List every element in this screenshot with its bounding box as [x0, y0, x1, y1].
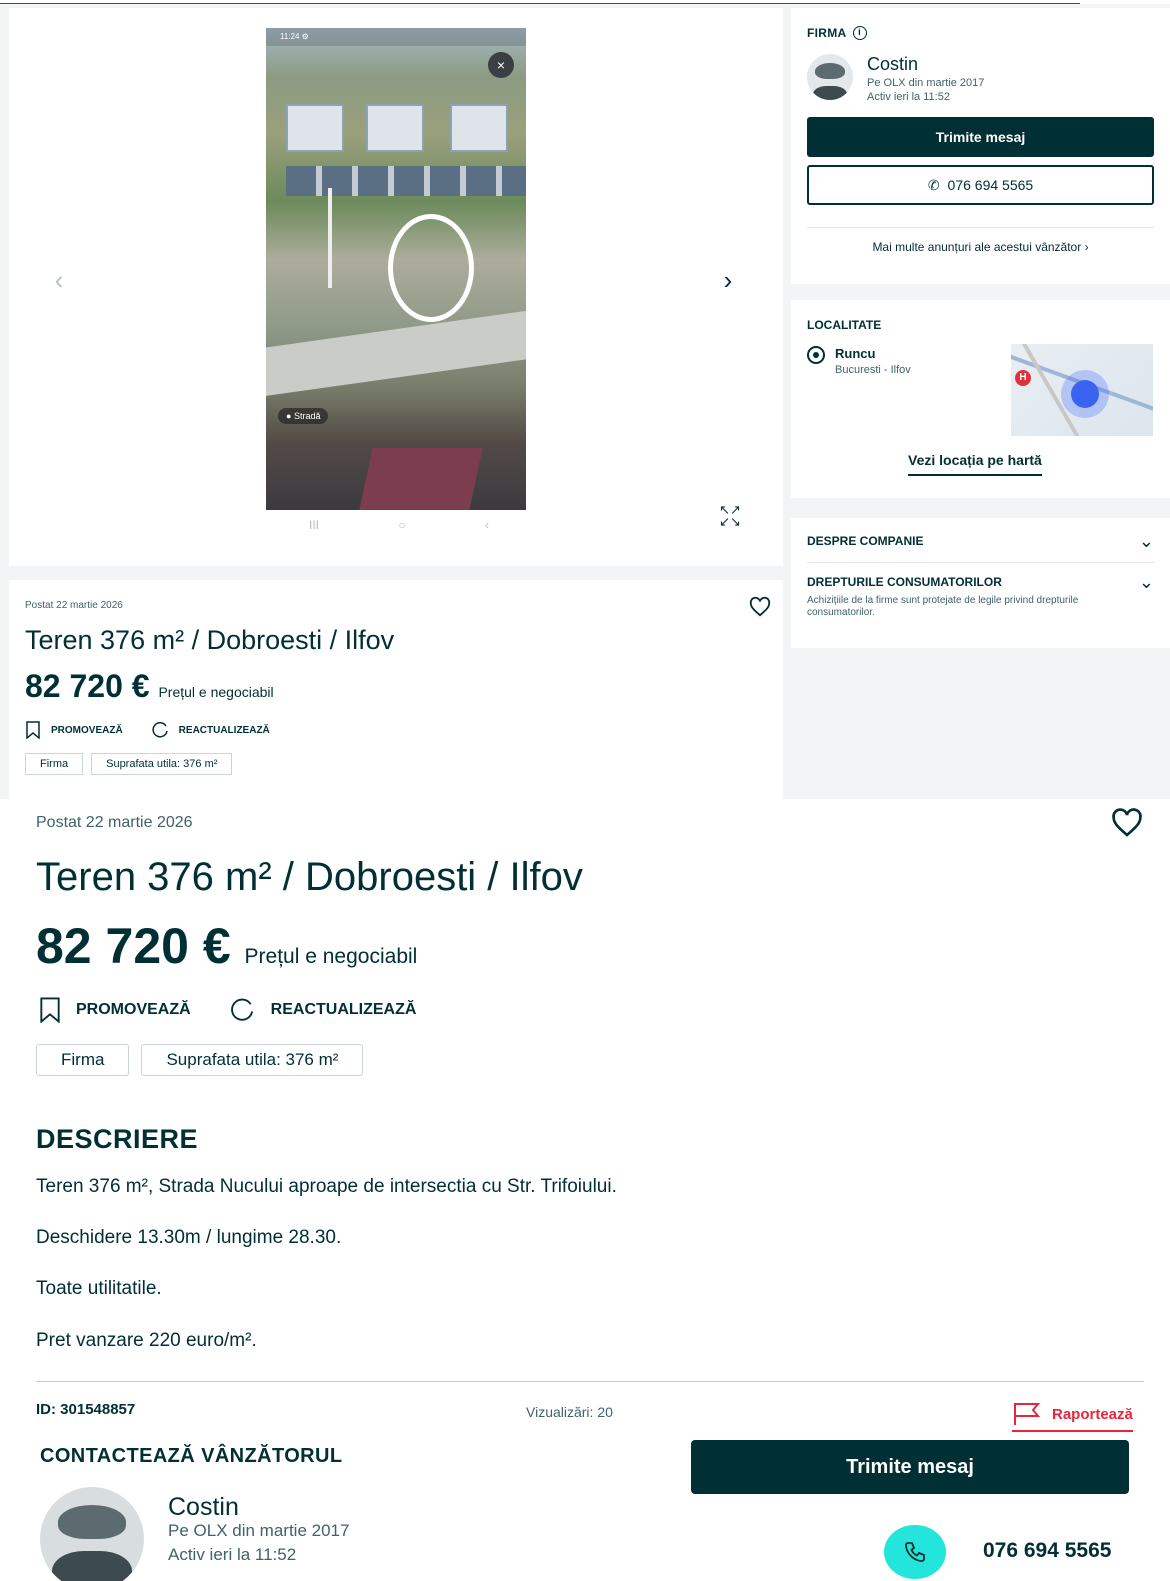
- refresh-button[interactable]: REACTUALIZEAZĂ: [151, 721, 270, 739]
- gallery-next-button[interactable]: ›: [712, 264, 744, 296]
- send-message-button[interactable]: Trimite mesaj: [691, 1440, 1129, 1494]
- ad-title: Teren 376 m² / Dobroesti / Ilfov: [36, 855, 583, 899]
- refresh-button[interactable]: REACTUALIZEAZĂ: [227, 997, 416, 1023]
- photo-houses: [286, 166, 526, 196]
- phone-number[interactable]: 076 694 5565: [983, 1539, 1111, 1563]
- consumer-rights-text: Achizițiile de la firme sunt protejate d…: [807, 595, 1079, 618]
- tag-surface: Suprafata utila: 376 m²: [91, 753, 233, 775]
- map-thumbnail[interactable]: H: [1011, 344, 1153, 436]
- refresh-icon: [230, 998, 253, 1021]
- photo-building: [450, 104, 508, 152]
- description-line: Teren 376 m², Strada Nucului aproape de …: [36, 1176, 617, 1197]
- phone-button[interactable]: ✆ 076 694 5565: [807, 165, 1154, 205]
- chevron-left-icon: ‹: [54, 264, 64, 295]
- fullscreen-expand-icon[interactable]: ↖↗ ↙↘: [715, 503, 745, 534]
- chevron-down-icon: ⌄: [1138, 572, 1154, 592]
- heart-icon[interactable]: [1110, 807, 1144, 839]
- description-line: Deschidere 13.30m / lungime 28.30.: [36, 1227, 342, 1248]
- bookmark-icon: [40, 997, 60, 1023]
- tag-surface: Suprafata utila: 376 m²: [141, 1044, 364, 1076]
- avatar[interactable]: [40, 1487, 144, 1581]
- street-view-chip[interactable]: ● Stradă: [278, 408, 329, 424]
- member-since: Pe OLX din martie 2017: [867, 77, 985, 89]
- last-active: Activ ieri la 11:52: [867, 91, 950, 103]
- location-label: LOCALITATE: [807, 318, 882, 332]
- description-heading: DESCRIERE: [36, 1124, 199, 1154]
- android-nav-bar: III ○ ‹: [309, 518, 489, 532]
- tag-seller-type: Firma: [36, 1044, 130, 1076]
- contact-heading: CONTACTEAZĂ VÂNZĂTORUL: [40, 1445, 343, 1467]
- phone-icon: [905, 1542, 925, 1562]
- negotiable-label: Prețul e negociabil: [158, 684, 274, 700]
- map-marker-icon: [1061, 370, 1109, 418]
- gallery-photo[interactable]: 11:24 ⚙ × ● Stradă: [266, 28, 526, 510]
- posted-date: Postat 22 martie 2026: [36, 814, 193, 831]
- photo-roof: [359, 448, 483, 510]
- last-active: Activ ieri la 11:52: [168, 1545, 297, 1564]
- photo-road: [266, 305, 526, 399]
- seller-name[interactable]: Costin: [867, 54, 984, 75]
- image-gallery: 11:24 ⚙ × ● Stradă III ○ ‹ ‹ › ↖↗ ↙↘: [9, 8, 783, 566]
- photo-building: [286, 104, 344, 152]
- description-line: Pret vanzare 220 euro/m².: [36, 1330, 257, 1351]
- promote-button[interactable]: PROMOVEAZĂ: [25, 721, 123, 739]
- ad-price: 82 720 € Prețul e negociabil: [25, 668, 274, 704]
- description-line: Toate utilitatile.: [36, 1278, 162, 1299]
- report-button[interactable]: Raportează: [1012, 1402, 1133, 1432]
- heart-icon[interactable]: [749, 596, 771, 618]
- chevron-right-icon: ›: [1084, 240, 1089, 254]
- posted-date: Postat 22 martie 2026: [25, 600, 123, 611]
- chevron-right-icon: ›: [723, 264, 733, 295]
- photo-building: [366, 104, 424, 152]
- negotiable-label: Prețul e negociabil: [244, 945, 418, 968]
- photo-highlight-circle: [388, 214, 474, 322]
- location-city: Runcu: [835, 346, 876, 361]
- consumer-rights-toggle[interactable]: DREPTURILE CONSUMATORILOR Achizițiile de…: [807, 572, 1154, 619]
- contact-seller-section: CONTACTEAZĂ VÂNZĂTORUL Costin Pe OLX din…: [0, 1439, 1170, 1581]
- person-icon: ●: [286, 411, 294, 421]
- divider: [36, 1381, 1144, 1382]
- seller-type-label: FIRMA i: [807, 26, 1154, 40]
- bookmark-icon: [26, 721, 40, 739]
- phone-call-button[interactable]: [884, 1525, 946, 1579]
- location-pin-icon: [807, 346, 825, 364]
- seller-card: FIRMA i Costin Pe OLX din martie 2017 Act…: [791, 8, 1170, 284]
- ad-summary-card: Postat 22 martie 2026 Teren 376 m² / Dob…: [9, 580, 783, 799]
- phone-status-bar: 11:24 ⚙: [266, 28, 526, 46]
- page-preview: 11:24 ⚙ × ● Stradă III ○ ‹ ‹ › ↖↗ ↙↘ Post…: [0, 4, 1170, 799]
- ad-id: ID: 301548857: [36, 1401, 136, 1418]
- promote-button[interactable]: PROMOVEAZĂ: [38, 997, 191, 1023]
- tag-seller-type: Firma: [25, 753, 84, 775]
- more-seller-ads-link[interactable]: Mai multe anunțuri ale acestui vânzător …: [807, 227, 1154, 254]
- info-icon[interactable]: i: [852, 26, 867, 40]
- chevron-down-icon: ⌄: [1138, 531, 1154, 551]
- seller-name[interactable]: Costin: [168, 1493, 239, 1522]
- refresh-icon: [152, 722, 168, 738]
- gallery-prev-button[interactable]: ‹: [43, 264, 75, 296]
- about-company-toggle[interactable]: DESPRE COMPANIE ⌄: [807, 531, 1154, 551]
- send-message-button[interactable]: Trimite mesaj: [807, 117, 1154, 157]
- flag-icon: [1014, 1403, 1041, 1425]
- location-region: Bucuresti - Ilfov: [835, 364, 911, 376]
- phone-icon: ✆: [927, 176, 940, 193]
- ad-details: Postat 22 martie 2026 Teren 376 m² / Dob…: [0, 799, 1170, 1439]
- hospital-icon: H: [1015, 370, 1031, 386]
- company-info-card: DESPRE COMPANIE ⌄ DREPTURILE CONSUMATORI…: [791, 518, 1170, 648]
- view-map-link[interactable]: Vezi locația pe hartă: [908, 452, 1042, 476]
- view-count: Vizualizări: 20: [526, 1404, 613, 1420]
- avatar[interactable]: [807, 54, 853, 100]
- photo-mast: [328, 188, 332, 288]
- member-since: Pe OLX din martie 2017: [168, 1521, 350, 1540]
- photo-close-icon[interactable]: ×: [488, 52, 514, 78]
- ad-title: Teren 376 m² / Dobroesti / Ilfov: [25, 625, 395, 655]
- location-card: LOCALITATE Runcu Bucuresti - Ilfov H Vez…: [791, 300, 1170, 498]
- ad-price: 82 720 € Prețul e negociabil: [36, 918, 418, 974]
